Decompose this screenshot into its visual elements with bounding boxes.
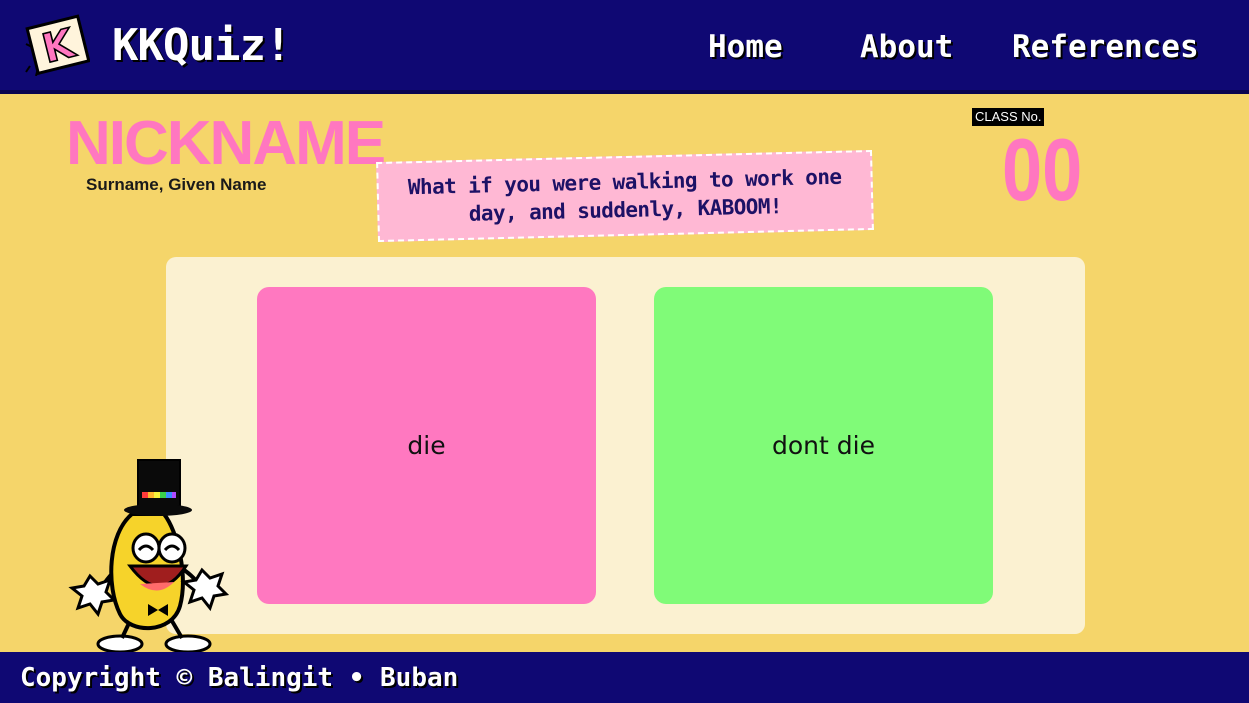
dancing-banana-icon — [68, 459, 230, 652]
class-number-value: 00 — [1002, 120, 1083, 219]
brand-title: KKQuiz! — [112, 20, 291, 71]
answer-option-label: dont die — [772, 431, 875, 460]
nav-about-link[interactable]: About — [860, 26, 953, 68]
question-box: What if you were walking to work one day… — [376, 149, 874, 243]
question-text: What if you were walking to work one day… — [407, 164, 842, 226]
footer-bar: Copyright © Balingit • Buban — [0, 652, 1249, 703]
top-navbar: K KKQuiz! Home About References — [0, 0, 1249, 94]
kkquiz-logo-icon[interactable]: K — [24, 14, 90, 76]
nav-home-link[interactable]: Home — [708, 26, 783, 68]
nav-references-link[interactable]: References — [1012, 26, 1199, 68]
footer-copyright: Copyright © Balingit • Buban — [20, 663, 459, 693]
answer-option-dont-die[interactable]: dont die — [654, 287, 993, 604]
answers-panel: die dont die — [166, 257, 1085, 634]
answer-option-die[interactable]: die — [257, 287, 596, 604]
player-fullname: Surname, Given Name — [86, 175, 267, 194]
answer-option-label: die — [407, 431, 446, 460]
player-nickname: NICKNAME — [66, 109, 386, 178]
